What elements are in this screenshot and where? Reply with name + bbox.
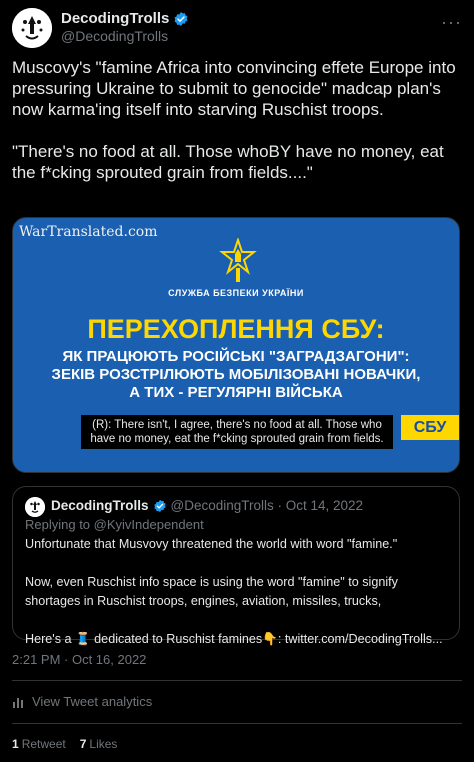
tweet-text: Muscovy's "famine Africa into convincing… (12, 58, 456, 182)
quoted-handle-time[interactable]: @DecodingTrolls · Oct 14, 2022 (171, 498, 364, 513)
tweet: DecodingTrolls @DecodingTrolls ··· Musco… (0, 0, 474, 762)
engagement-stats: 1 Retweet 7 Likes (12, 737, 117, 751)
quoted-text: Unfortunate that Musvovy threatened the … (25, 537, 443, 646)
view-analytics-link[interactable]: View Tweet analytics (12, 694, 152, 709)
analytics-icon (13, 697, 23, 708)
tweet-timestamp[interactable]: 2:21 PM · Oct 16, 2022 (12, 652, 146, 667)
media-headline-4: А ТИХ - РЕГУЛЯРНІ ВІЙСЬКА (129, 384, 343, 401)
quoted-tweet[interactable]: DecodingTrolls @DecodingTrolls · Oct 14,… (12, 486, 460, 646)
view-analytics-label: View Tweet analytics (32, 694, 153, 709)
author-name-row[interactable]: DecodingTrolls (61, 10, 189, 27)
author-display-name[interactable]: DecodingTrolls (61, 10, 169, 27)
quoted-author-row: DecodingTrolls @DecodingTrolls · Oct 14,… (51, 498, 363, 513)
media-image[interactable]: WarTranslated.com СЛУЖБА БЕЗПЕКИ УКРАЇНИ… (12, 217, 460, 473)
quoted-display-name[interactable]: DecodingTrolls (51, 498, 149, 513)
likes-stat[interactable]: 7 Likes (80, 737, 118, 751)
media-org-label: СЛУЖБА БЕЗПЕКИ УКРАЇНИ (168, 288, 304, 298)
likes-count: 7 (79, 737, 87, 751)
media-subtitle: (R): There isn't, I agree, there's no fo… (81, 415, 393, 449)
sbu-emblem-icon (219, 238, 257, 282)
quoted-verified-badge-icon (153, 499, 166, 512)
verified-badge-icon (174, 11, 188, 26)
media-headline-3: ЗЕКІВ РОЗСТРІЛЮЮТЬ МОБІЛІЗОВАНІ НОВАЧКИ, (51, 366, 421, 383)
media-sbu-tag: СБУ (401, 415, 459, 440)
retweets-label: Retweet (21, 737, 66, 751)
divider (12, 723, 462, 724)
quoted-avatar[interactable] (25, 497, 45, 517)
avatar-image (12, 8, 52, 48)
divider (12, 680, 462, 681)
media-headline-1: ПЕРЕХОПЛЕННЯ СБУ: (87, 314, 385, 344)
more-options-icon[interactable]: ··· (441, 12, 462, 33)
media-watermark: WarTranslated.com (19, 224, 158, 240)
retweets-stat[interactable]: 1 Retweet (12, 737, 66, 751)
quoted-avatar-image (25, 497, 45, 517)
avatar[interactable] (12, 8, 52, 48)
quoted-replying-to[interactable]: Replying to @KyivIndependent (25, 517, 204, 532)
retweets-count: 1 (12, 737, 19, 751)
author-handle[interactable]: @DecodingTrolls (61, 28, 168, 44)
media-headline-2: ЯК ПРАЦЮЮТЬ РОСІЙСЬКІ "ЗАГРАДЗАГОНИ": (62, 348, 410, 365)
likes-label: Likes (89, 737, 118, 751)
